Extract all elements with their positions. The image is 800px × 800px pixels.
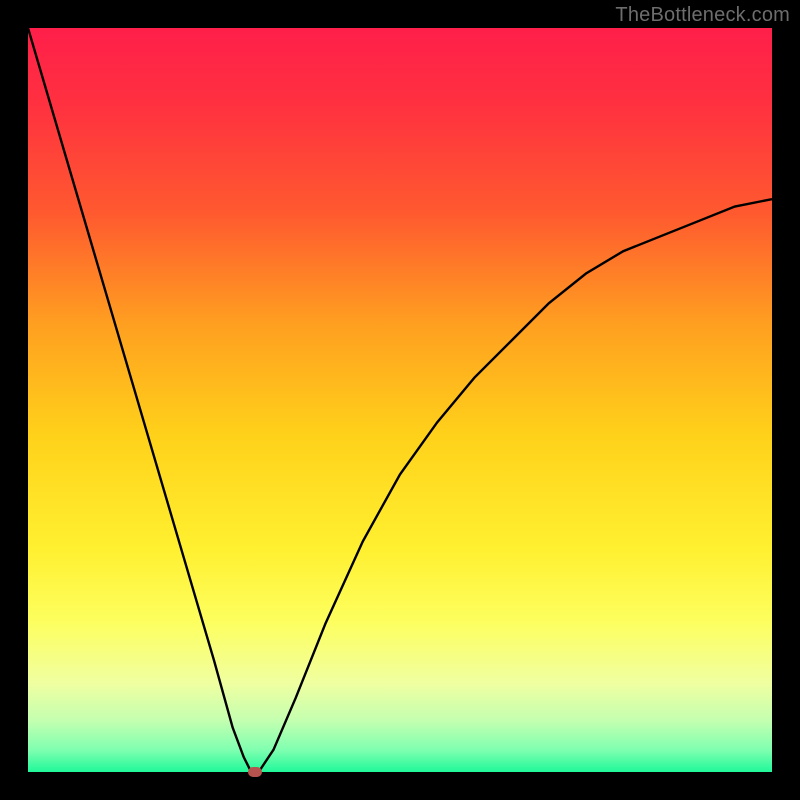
bottleneck-curve	[28, 28, 772, 772]
optimal-point-marker	[248, 767, 262, 777]
chart-frame	[28, 28, 772, 772]
watermark-label: TheBottleneck.com	[615, 4, 790, 27]
